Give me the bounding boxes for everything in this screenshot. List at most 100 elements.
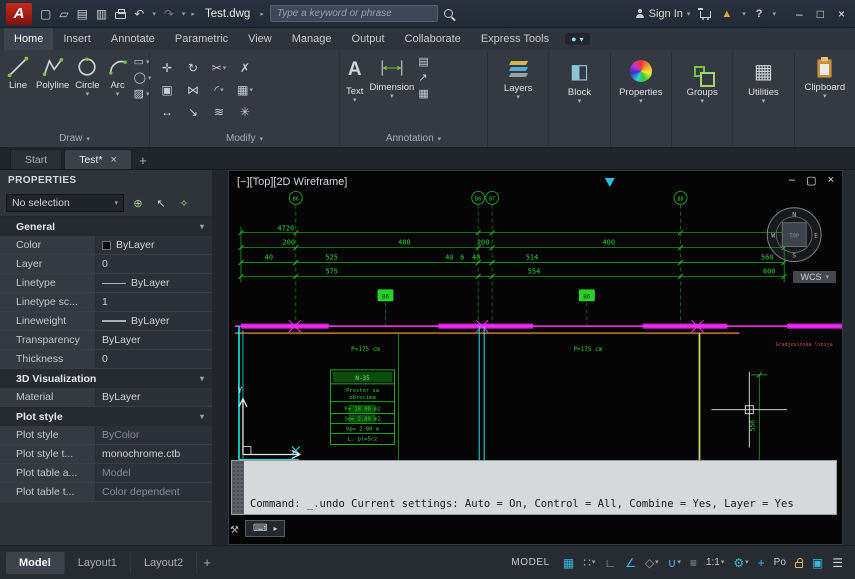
rectangle-tool-icon[interactable]: ▭▾ bbox=[134, 56, 152, 69]
customization-menu-icon[interactable]: ☰ bbox=[832, 556, 843, 570]
rotate-icon[interactable]: ↻ bbox=[188, 61, 198, 75]
dimension-button[interactable]: Dimension ▾ bbox=[367, 54, 416, 101]
text-button[interactable]: A Text ▾ bbox=[344, 54, 365, 105]
file-tab-test[interactable]: Test* × bbox=[64, 149, 132, 169]
fillet-icon[interactable]: ◜▾ bbox=[214, 83, 223, 97]
trim-icon[interactable]: ✂▾ bbox=[212, 61, 227, 75]
tab-insert[interactable]: Insert bbox=[53, 28, 101, 50]
close-button[interactable]: × bbox=[838, 7, 845, 21]
isolate-objects-icon[interactable]: Po bbox=[774, 556, 786, 570]
annotation-panel-footer[interactable]: Annotation▾ bbox=[340, 130, 487, 147]
close-tab-icon[interactable]: × bbox=[111, 154, 117, 166]
layers-button[interactable]: Layers ▾ bbox=[488, 50, 548, 147]
draw-panel-footer[interactable]: Draw▾ bbox=[0, 130, 149, 147]
ortho-mode-icon[interactable]: ∟ bbox=[604, 556, 616, 570]
app-logo[interactable]: A bbox=[6, 3, 32, 25]
drawing-close-button[interactable]: × bbox=[828, 174, 834, 187]
selection-dropdown[interactable]: No selection ▾ bbox=[6, 194, 124, 212]
polar-tracking-icon[interactable]: ∠ bbox=[625, 556, 636, 570]
erase-icon[interactable]: ✗ bbox=[240, 61, 250, 75]
undo-dropdown-icon[interactable]: ▾ bbox=[152, 10, 156, 18]
search-icon[interactable] bbox=[444, 9, 453, 18]
qat-customize-icon[interactable]: ▾ bbox=[182, 10, 186, 18]
command-line-grip[interactable] bbox=[232, 461, 244, 514]
section-plot-style[interactable]: Plot style▾ bbox=[0, 407, 212, 426]
explode-icon[interactable]: ✳ bbox=[240, 105, 250, 119]
annotation-scale-button[interactable]: 1:1▾ bbox=[706, 556, 724, 570]
tab-collaborate[interactable]: Collaborate bbox=[395, 28, 471, 50]
properties-button[interactable]: Properties ▾ bbox=[611, 50, 671, 147]
command-history[interactable]: Command: _.undo Current settings: Auto =… bbox=[244, 461, 836, 514]
clipboard-button[interactable]: Clipboard ▾ bbox=[795, 50, 855, 147]
drawing-minimize-button[interactable]: – bbox=[789, 174, 795, 187]
sign-in-button[interactable]: Sign In ▾ bbox=[636, 8, 691, 20]
quick-select-icon[interactable]: ✧ bbox=[175, 197, 193, 210]
tab-view[interactable]: View bbox=[238, 28, 282, 50]
table-icon[interactable]: ▦ bbox=[418, 88, 428, 101]
layout2-tab[interactable]: Layout2 bbox=[131, 552, 197, 574]
new-layout-button[interactable]: + bbox=[197, 555, 217, 570]
snap-mode-icon[interactable]: ∷▾ bbox=[583, 556, 595, 570]
ribbon-display-button[interactable]: ●▾ bbox=[565, 33, 589, 45]
object-snap-icon[interactable]: ∪▾ bbox=[668, 556, 681, 570]
file-tab-start[interactable]: Start bbox=[10, 149, 62, 169]
array-icon[interactable]: ▦▾ bbox=[237, 83, 253, 97]
save-as-icon[interactable]: ▥ bbox=[96, 7, 107, 21]
annotation-monitor-icon[interactable]: + bbox=[758, 556, 765, 570]
circle-button[interactable]: Circle ▾ bbox=[73, 54, 101, 99]
command-input[interactable]: ⌨ ▸ bbox=[245, 520, 285, 537]
scale-icon[interactable]: ↘ bbox=[188, 105, 198, 119]
utilities-button[interactable]: ▦ Utilities ▾ bbox=[733, 50, 793, 147]
groups-button[interactable]: Groups ▾ bbox=[672, 50, 732, 147]
tab-parametric[interactable]: Parametric bbox=[165, 28, 238, 50]
tab-output[interactable]: Output bbox=[342, 28, 395, 50]
model-space-indicator[interactable]: MODEL bbox=[511, 557, 550, 568]
plot-icon[interactable] bbox=[115, 12, 126, 19]
tab-home[interactable]: Home bbox=[4, 28, 53, 50]
offset-icon[interactable]: ≋ bbox=[214, 105, 224, 119]
lock-ui-icon[interactable] bbox=[795, 562, 803, 568]
help-button[interactable]: ? bbox=[756, 8, 763, 20]
store-cart-icon[interactable] bbox=[700, 11, 711, 18]
drawing-restore-button[interactable]: ▢ bbox=[806, 174, 816, 187]
workspace-gear-icon[interactable]: ⚙▾ bbox=[733, 556, 748, 570]
model-tab[interactable]: Model bbox=[6, 552, 65, 574]
tab-annotate[interactable]: Annotate bbox=[101, 28, 165, 50]
search-input[interactable] bbox=[270, 5, 438, 22]
move-icon[interactable]: ✛ bbox=[162, 61, 172, 75]
new-file-icon[interactable]: ▢ bbox=[40, 7, 51, 21]
mirror-icon[interactable]: ⋈ bbox=[187, 83, 199, 97]
line-button[interactable]: Line bbox=[4, 54, 32, 92]
minimize-button[interactable]: – bbox=[796, 7, 803, 21]
isodraft-icon[interactable]: ◇▾ bbox=[645, 556, 659, 570]
tab-express-tools[interactable]: Express Tools bbox=[471, 28, 559, 50]
toggle-pickadd-icon[interactable]: ⊕ bbox=[129, 197, 147, 210]
ellipse-tool-icon[interactable]: ◯▾ bbox=[134, 72, 152, 85]
new-drawing-tab-button[interactable]: + bbox=[134, 151, 152, 169]
arc-button[interactable]: Arc ▾ bbox=[104, 54, 132, 99]
viewport-controls-label[interactable]: [−][Top][2D Wireframe] bbox=[237, 176, 347, 188]
drawing-viewport[interactable]: 4720200400200400405254064051456057555460… bbox=[228, 170, 843, 545]
nav-gizmo-icon[interactable] bbox=[605, 178, 615, 187]
wcs-selector[interactable]: WCS▾ bbox=[793, 271, 836, 283]
autodesk-app-icon[interactable]: ▲ bbox=[721, 8, 732, 20]
text-style-icon[interactable]: ▤ bbox=[418, 56, 428, 69]
lineweight-display-icon[interactable]: ≡ bbox=[690, 556, 697, 570]
tab-manage[interactable]: Manage bbox=[282, 28, 342, 50]
copy-icon[interactable]: ▣ bbox=[161, 83, 172, 97]
select-objects-icon[interactable]: ↖ bbox=[152, 197, 170, 210]
hatch-tool-icon[interactable]: ▨▾ bbox=[134, 88, 152, 101]
redo-icon[interactable]: ↷ bbox=[164, 7, 174, 21]
block-button[interactable]: ◧ Block ▾ bbox=[549, 50, 609, 147]
polyline-button[interactable]: Polyline bbox=[34, 54, 71, 92]
grid-display-icon[interactable]: ▦ bbox=[563, 556, 574, 570]
undo-icon[interactable]: ↶ bbox=[134, 7, 144, 21]
stretch-icon[interactable]: ↔ bbox=[161, 105, 173, 119]
open-file-icon[interactable]: ▱ bbox=[59, 7, 68, 21]
layout1-tab[interactable]: Layout1 bbox=[65, 552, 131, 574]
maximize-button[interactable]: □ bbox=[817, 7, 824, 21]
section-general[interactable]: General▾ bbox=[0, 217, 212, 236]
modify-panel-footer[interactable]: Modify▾ bbox=[150, 130, 339, 147]
leader-icon[interactable]: ↗ bbox=[418, 72, 428, 85]
save-icon[interactable]: ▤ bbox=[77, 7, 88, 21]
